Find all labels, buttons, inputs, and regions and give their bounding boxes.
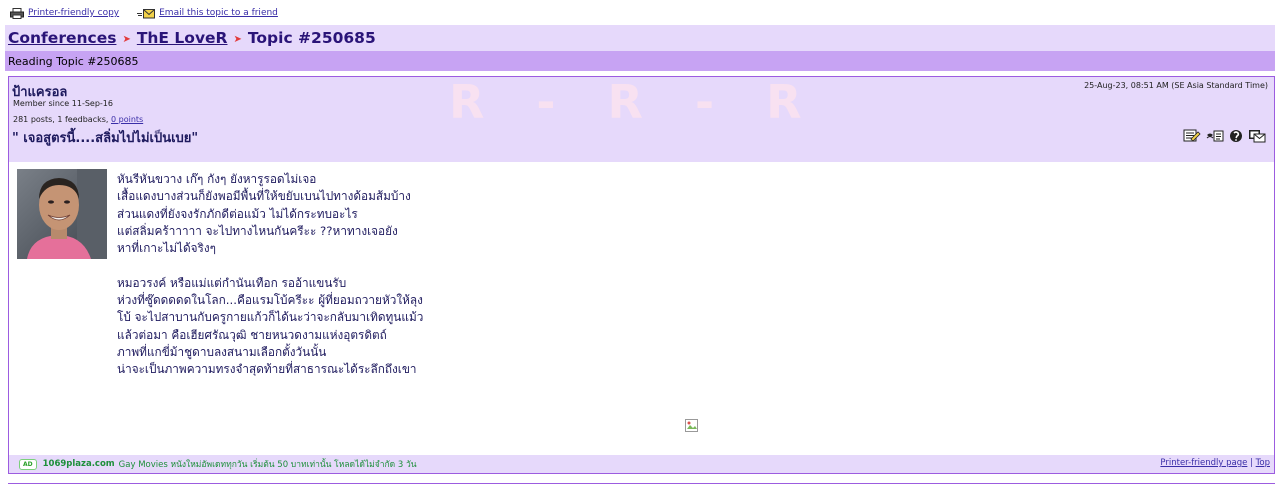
breadcrumb-arrow-icon: ➤: [233, 33, 242, 45]
post-body-line: หันรีหันขวาง เก๊ๆ กังๆ ยังหารูรอดไม่เจอ: [117, 172, 317, 186]
email-topic-item: Email this topic to a friend: [137, 8, 278, 19]
post-body-line: [117, 257, 717, 274]
broken-image-icon: [685, 418, 699, 432]
post-body-line: หาที่เกาะไม่ได้จริงๆ: [117, 241, 216, 256]
avatar: [17, 169, 107, 259]
quote-icon[interactable]: [1206, 129, 1224, 143]
post-body-line: เสื้อแดงบางส่วนก็ยังพอมีพื้นที่ให้ขยับเบ…: [117, 189, 411, 204]
post-date: 25-Aug-23, 08:51 AM (SE Asia Standard Ti…: [1084, 81, 1268, 90]
printer-friendly-item: Printer-friendly copy: [10, 7, 119, 19]
breadcrumb-topic: Topic #250685: [247, 29, 376, 47]
printer-icon: [10, 7, 24, 19]
breadcrumb: Conferences ➤ ThE LoveR ➤ Topic #250685: [5, 25, 1275, 51]
author-stats: 281 posts, 1 feedbacks, 0 points: [13, 115, 143, 124]
member-since: Member since 11-Sep-16: [13, 99, 113, 108]
reading-topic-bar: Reading Topic #250685: [5, 51, 1275, 71]
points-link[interactable]: 0 points: [111, 115, 143, 124]
post-body-line: โบ้ จะไปสาบานกับครูกายแก้วก็ได้นะว่าจะกล…: [117, 310, 424, 325]
post-header: R - R - R ป้าแครอล Member since 11-Sep-1…: [9, 75, 1274, 162]
top-link[interactable]: Top: [1256, 458, 1270, 468]
printer-friendly-page-link[interactable]: Printer-friendly page: [1160, 458, 1247, 468]
top-links: Printer-friendly copy Email this topic t…: [10, 6, 296, 20]
post-body-line: ส่วนแดงที่ยังจงรักภักดีต่อแม้ว ไม่ได้กระ…: [117, 206, 358, 221]
watermark: R - R - R: [449, 75, 820, 129]
ad-description: Gay Movies หนังใหม่อัพเดททุกวัน เริ่มต้น…: [118, 460, 417, 470]
footer-links: Printer-friendly page | Top: [1160, 458, 1270, 468]
author-stats-text: 281 posts, 1 feedbacks,: [13, 115, 111, 124]
post-body-line: แต่สลิ่มคร้าาาาา จะไปทางไหนกันครีะะ ??หา…: [117, 223, 398, 238]
email-topic-link[interactable]: Email this topic to a friend: [159, 8, 278, 18]
alert-icon[interactable]: [1229, 129, 1243, 143]
post-body-line: หมอวรงค์ หรือแม่แต่กำนันเทือก รออ้าแขนรั…: [117, 275, 347, 290]
footer-link-separator: |: [1247, 458, 1256, 468]
post-body: หันรีหันขวาง เก๊ๆ กังๆ ยังหารูรอดไม่เจอ …: [117, 171, 717, 379]
breadcrumb-forum[interactable]: ThE LoveR: [137, 29, 228, 47]
post-body-line: แล้วต่อมา คือเฮียศรัณวุฒิ ชายหนวดงามแห่ง…: [117, 327, 387, 342]
breadcrumb-conferences[interactable]: Conferences: [8, 29, 116, 47]
reading-topic-label: Reading Topic #250685: [8, 54, 139, 68]
ad-badge: AD: [19, 458, 37, 470]
post-footer: AD 1069plaza.com Gay Movies หนังใหม่อัพเ…: [9, 455, 1274, 473]
post: R - R - R ป้าแครอล Member since 11-Sep-1…: [8, 75, 1275, 474]
printer-friendly-link[interactable]: Printer-friendly copy: [28, 8, 119, 18]
post-actions: [1178, 129, 1266, 143]
ad-site-link[interactable]: 1069plaza.com: [43, 459, 115, 469]
post-title: " เจอสูตรนี้....สลิ่มไปไม่เป็นเบย": [12, 131, 199, 146]
email-icon: [137, 8, 156, 18]
breadcrumb-arrow-icon: ➤: [122, 33, 131, 45]
post-body-line: ภาพที่แกขี่ม้าชูดาบลงสนามเลือกตั้งวันนั้…: [117, 344, 327, 359]
message-icon[interactable]: [1248, 129, 1266, 143]
post-body-line: ห่วงที่ซู๊ดดดดดในโลก...คือแรมโบ้ครีะะ ผู…: [117, 293, 423, 308]
reply-icon[interactable]: [1183, 129, 1201, 143]
post-body-line: น่าจะเป็นภาพความทรงจำสุดท้ายที่สาธารณะได…: [117, 362, 417, 377]
